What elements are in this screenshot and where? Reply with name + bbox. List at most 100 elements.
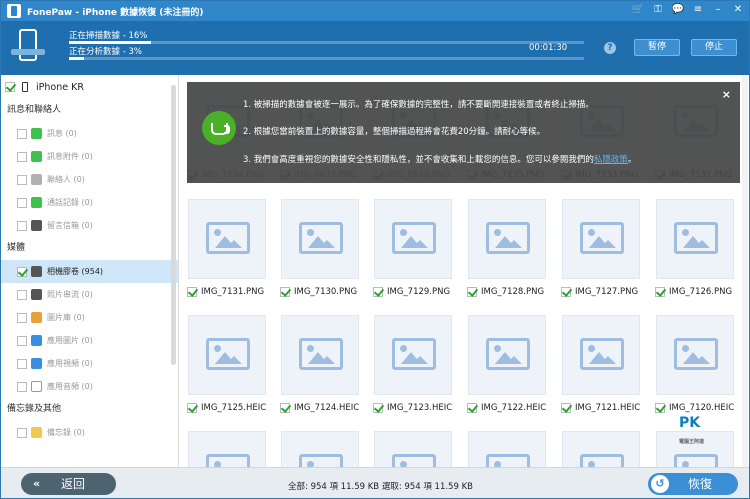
photo-thumbnail[interactable] — [562, 431, 640, 467]
sidebar-item-checkbox[interactable] — [17, 427, 27, 438]
photo-checkbox[interactable] — [373, 287, 383, 297]
minimize-icon[interactable]: – — [711, 3, 725, 17]
photo-thumbnail[interactable] — [468, 315, 546, 395]
photo-item[interactable]: IMG_7128.PNG — [467, 286, 544, 298]
photo-thumbnail[interactable] — [281, 431, 359, 467]
sidebar-item-checkbox[interactable] — [17, 289, 27, 300]
photo-checkbox[interactable] — [187, 403, 197, 413]
double-chevron-left-icon: « — [33, 477, 41, 490]
image-placeholder-icon — [674, 454, 718, 467]
app-video-icon — [31, 358, 42, 369]
photo-thumbnail[interactable] — [281, 315, 359, 395]
grid-scrollbar[interactable] — [742, 75, 748, 467]
sidebar-item-checkbox[interactable] — [17, 220, 27, 231]
overlay-line-3: 3. 我們會高度重視您的數據安全性和隱私性，並不會收集和上載您的信息。您可以參閱… — [243, 153, 636, 165]
photo-thumbnail[interactable] — [562, 199, 640, 279]
photo-checkbox[interactable] — [187, 287, 197, 297]
scan-progress-panel: 正在掃描數據 - 16% 正在分析數據 - 3% 00:01:30 ? 暫停 停… — [1, 21, 749, 75]
sidebar-item[interactable]: 留言信箱 (0) — [1, 214, 178, 237]
photo-item[interactable]: IMG_7120.HEIC — [655, 402, 734, 414]
sidebar-item[interactable]: 圖片庫 (0) — [1, 306, 178, 329]
photo-checkbox[interactable] — [561, 403, 571, 413]
photo-checkbox[interactable] — [561, 287, 571, 297]
sidebar-item[interactable]: 照片串流 (0) — [1, 283, 178, 306]
sidebar-item-checkbox[interactable] — [17, 312, 27, 323]
photo-thumbnail[interactable] — [281, 199, 359, 279]
photo-item[interactable]: IMG_7130.PNG — [280, 286, 357, 298]
selection-totals: 全部: 954 項 11.59 KB 選取: 954 項 11.59 KB — [288, 482, 473, 492]
close-icon[interactable]: ✕ — [731, 3, 745, 17]
photo-checkbox[interactable] — [373, 403, 383, 413]
key-icon[interactable]: ⚿ — [651, 3, 665, 17]
watermark-text: PK — [679, 415, 701, 431]
privacy-policy-link[interactable]: 私隱政策 — [594, 155, 628, 165]
recover-button[interactable]: ↺ 恢復 — [648, 473, 738, 495]
sidebar-item[interactable]: 應用視頻 (0) — [1, 352, 178, 375]
sidebar-item-checkbox[interactable] — [17, 128, 27, 139]
photo-thumbnail[interactable] — [374, 431, 452, 467]
photo-item[interactable]: IMG_7123.HEIC — [373, 402, 452, 414]
sidebar-item-checkbox[interactable] — [17, 174, 27, 185]
photo-thumbnail[interactable] — [656, 199, 734, 279]
photo-thumbnail[interactable] — [188, 431, 266, 467]
stop-button[interactable]: 停止 — [691, 39, 737, 56]
photo-checkbox[interactable] — [467, 287, 477, 297]
voicemail-icon — [31, 220, 42, 231]
photo-thumbnail[interactable] — [468, 199, 546, 279]
photo-item[interactable]: IMG_7131.PNG — [187, 286, 264, 298]
photo-checkbox[interactable] — [467, 403, 477, 413]
photo-checkbox[interactable] — [655, 287, 665, 297]
photo-item[interactable]: IMG_7122.HEIC — [467, 402, 546, 414]
photo-thumbnail[interactable] — [188, 199, 266, 279]
image-placeholder-icon — [580, 454, 624, 467]
cart-icon[interactable]: 🛒 — [631, 3, 645, 17]
sidebar-item[interactable]: 通話記錄 (0) — [1, 191, 178, 214]
sidebar-item[interactable]: 訊息附件 (0) — [1, 145, 178, 168]
sidebar-item-label: 留言信箱 (0) — [47, 221, 93, 230]
photo-thumbnail[interactable] — [374, 315, 452, 395]
scan-info-overlay: 1. 被掃描的數據會被逐一展示。為了確保數據的完整性，請不要斷開連接裝置或者終止… — [187, 82, 740, 183]
photo-thumbnail[interactable] — [468, 431, 546, 467]
back-button[interactable]: « 返回 — [21, 473, 116, 495]
sidebar-item-checkbox[interactable] — [17, 151, 27, 162]
sidebar-item[interactable]: 訊息 (0) — [1, 122, 178, 145]
sidebar-item[interactable]: 應用音頻 (0) — [1, 375, 178, 398]
sidebar-item-checkbox[interactable] — [17, 197, 27, 208]
photo-item[interactable]: IMG_7121.HEIC — [561, 402, 640, 414]
device-checkbox[interactable] — [5, 82, 15, 92]
image-placeholder-icon — [299, 222, 343, 254]
sidebar-item-checkbox[interactable] — [17, 358, 27, 369]
sidebar-item[interactable]: 備忘錄 (0) — [1, 421, 178, 444]
photo-thumbnail[interactable] — [188, 315, 266, 395]
elapsed-time: 00:01:30 — [529, 43, 568, 53]
overlay-close-icon[interactable]: × — [722, 88, 731, 101]
sidebar-item-checkbox[interactable] — [17, 381, 27, 392]
photo-checkbox[interactable] — [280, 287, 290, 297]
pause-button[interactable]: 暫停 — [634, 39, 680, 56]
image-placeholder-icon — [392, 454, 436, 467]
sidebar-scrollbar[interactable] — [171, 85, 176, 365]
photo-item[interactable]: IMG_7129.PNG — [373, 286, 450, 298]
sidebar-item-checkbox[interactable] — [17, 335, 27, 346]
menu-icon[interactable]: ≡ — [691, 3, 705, 17]
photo-thumbnail[interactable] — [656, 315, 734, 395]
sidebar-item-checkbox[interactable] — [17, 266, 27, 277]
chat-icon[interactable]: 💬 — [671, 3, 685, 17]
photo-filename: IMG_7122.HEIC — [481, 403, 547, 413]
photo-item[interactable]: IMG_7127.PNG — [561, 286, 638, 298]
sidebar-item-label: 相機膠卷 (954) — [47, 267, 104, 276]
photo-thumbnail[interactable] — [374, 199, 452, 279]
photo-checkbox[interactable] — [280, 403, 290, 413]
photo-checkbox[interactable] — [655, 403, 665, 413]
photo-item[interactable]: IMG_7124.HEIC — [280, 402, 359, 414]
sidebar-item[interactable]: 相機膠卷 (954) — [1, 260, 178, 283]
image-placeholder-icon — [580, 222, 624, 254]
device-row[interactable]: iPhone KR — [1, 75, 178, 99]
photo-thumbnail[interactable] — [562, 315, 640, 395]
sidebar-item[interactable]: 應用圖片 (0) — [1, 329, 178, 352]
help-icon[interactable]: ? — [604, 42, 616, 54]
sidebar-item[interactable]: 聯絡人 (0) — [1, 168, 178, 191]
photo-filename: IMG_7126.PNG — [669, 287, 733, 297]
photo-item[interactable]: IMG_7125.HEIC — [187, 402, 266, 414]
photo-item[interactable]: IMG_7126.PNG — [655, 286, 732, 298]
